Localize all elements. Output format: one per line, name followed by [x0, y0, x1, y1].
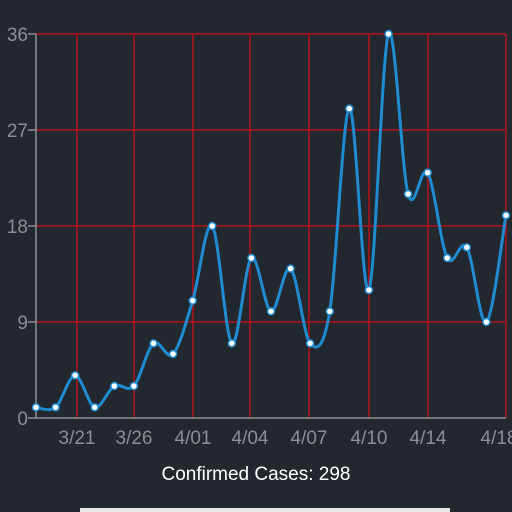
data-point	[462, 243, 472, 252]
data-point	[208, 221, 217, 231]
data-point	[51, 403, 60, 412]
y-tick-label: 27	[7, 121, 28, 142]
data-point	[286, 264, 295, 273]
data-point	[443, 253, 452, 263]
data-point	[325, 307, 334, 316]
data-point	[168, 349, 178, 359]
x-tick-label: 4/07	[291, 428, 328, 449]
y-tick-label: 18	[7, 217, 28, 238]
data-point	[305, 339, 315, 348]
y-tick-label: 9	[17, 313, 28, 334]
data-point	[227, 339, 237, 348]
cases-line-chart: 0 9 18 27 36 3/21 3/26 4/01 4/04 4/07 4/10 4/14 4/18	[7, 25, 512, 449]
data-point	[501, 211, 511, 220]
x-tick-label: 3/21	[59, 428, 96, 449]
data-point	[423, 168, 432, 177]
confirmed-cases-summary: Confirmed Cases: 298	[161, 464, 351, 485]
x-tick-label: 4/01	[175, 428, 212, 449]
x-tick-label: 4/18	[481, 428, 512, 449]
data-point	[129, 381, 139, 391]
y-tick-label: 36	[7, 25, 28, 46]
data-point	[90, 403, 99, 412]
data-point	[188, 296, 197, 305]
series-line	[35, 31, 508, 412]
x-tick-label: 3/26	[116, 428, 153, 449]
y-tick-label: 0	[17, 409, 28, 430]
data-point	[403, 189, 413, 199]
data-point	[384, 29, 393, 39]
data-point	[70, 371, 80, 380]
data-point	[266, 307, 276, 316]
data-point	[482, 317, 491, 327]
data-point	[110, 381, 119, 391]
data-point	[149, 339, 158, 348]
data-point	[247, 253, 256, 263]
x-tick-label: 4/10	[351, 428, 388, 449]
scroll-indicator[interactable]	[80, 508, 450, 512]
x-tick-label: 4/14	[410, 428, 447, 449]
data-point	[31, 403, 41, 412]
x-tick-label: 4/04	[232, 428, 269, 449]
data-point	[345, 104, 354, 113]
data-point	[364, 285, 374, 295]
